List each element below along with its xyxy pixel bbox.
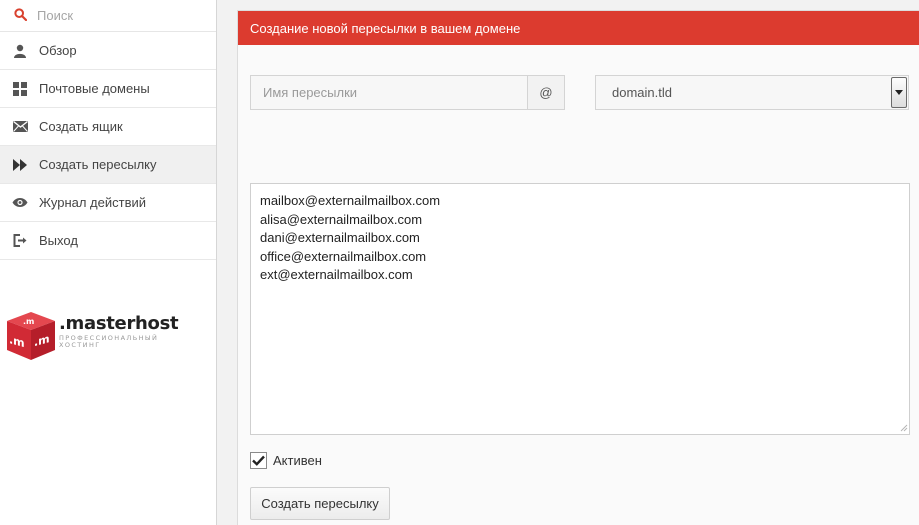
- resize-grip-icon[interactable]: [898, 422, 908, 432]
- grid-icon: [12, 81, 28, 97]
- sidebar-item-create-mailbox[interactable]: Создать ящик: [0, 108, 216, 146]
- logout-icon: [12, 233, 28, 249]
- user-icon: [12, 43, 28, 59]
- sidebar-item-overview[interactable]: Обзор: [0, 32, 216, 70]
- at-addon: @: [527, 75, 565, 110]
- sidebar-item-label: Выход: [39, 233, 78, 248]
- forward-targets-textarea[interactable]: [250, 183, 910, 435]
- search-box[interactable]: [0, 0, 216, 32]
- domain-select-value: domain.tld: [612, 85, 672, 100]
- masterhost-logo: .m .m .m .masterhost профессиональный хо…: [5, 312, 179, 360]
- create-forward-button[interactable]: Создать пересылку: [250, 487, 390, 520]
- sidebar-item-logout[interactable]: Выход: [0, 222, 216, 260]
- sidebar-item-label: Создать пересылку: [39, 157, 157, 172]
- sidebar-item-mail-domains[interactable]: Почтовые домены: [0, 70, 216, 108]
- active-checkbox-row[interactable]: Активен: [250, 452, 322, 469]
- sidebar-item-label: Почтовые домены: [39, 81, 150, 96]
- alias-name-input[interactable]: [250, 75, 527, 110]
- svg-text:.m: .m: [23, 317, 34, 326]
- sidebar-item-create-forward[interactable]: Создать пересылку: [0, 146, 216, 184]
- checkmark-icon: [252, 455, 265, 466]
- logo-name: .masterhost: [59, 313, 179, 334]
- search-icon: [14, 7, 28, 24]
- domain-select[interactable]: domain.tld: [595, 75, 909, 110]
- panel-title: Создание новой пересылки в вашем домене: [238, 11, 919, 45]
- sidebar-item-activity-log[interactable]: Журнал действий: [0, 184, 216, 222]
- search-input[interactable]: [37, 8, 197, 23]
- sidebar-item-label: Обзор: [39, 43, 77, 58]
- logo-tagline: профессиональный хостинг: [59, 334, 159, 349]
- sidebar-item-label: Журнал действий: [39, 195, 147, 210]
- envelope-icon: [12, 119, 28, 135]
- active-checkbox[interactable]: [250, 452, 267, 469]
- sidebar-item-label: Создать ящик: [39, 119, 123, 134]
- create-forward-panel: Создание новой пересылки в вашем домене …: [237, 10, 919, 525]
- eye-icon: [12, 195, 28, 211]
- sidebar: Обзор Почтовые домены Создать ящик Созда…: [0, 0, 217, 525]
- active-checkbox-label: Активен: [273, 453, 322, 468]
- masterhost-cube-icon: .m .m .m: [7, 312, 55, 360]
- fast-forward-icon: [12, 157, 28, 173]
- chevron-down-icon[interactable]: [891, 77, 907, 108]
- alias-input-group: @: [250, 75, 565, 110]
